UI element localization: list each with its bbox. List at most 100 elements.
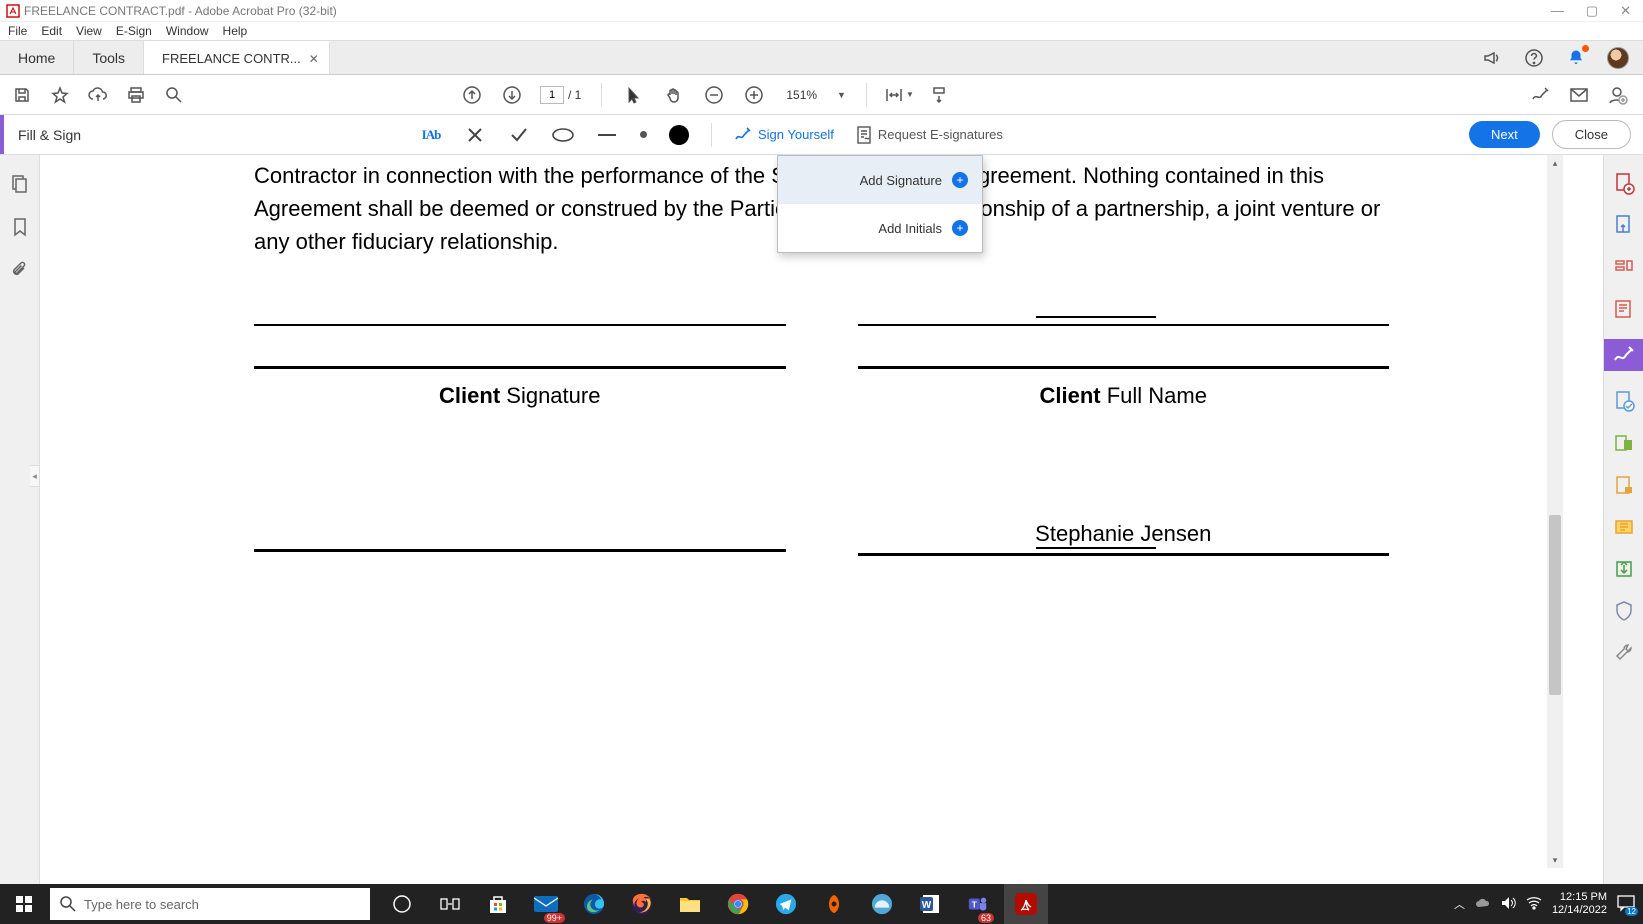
search-icon[interactable] bbox=[162, 83, 186, 107]
scroll-mode-icon[interactable] bbox=[927, 83, 951, 107]
zoom-out-icon[interactable] bbox=[702, 83, 726, 107]
x-tool[interactable] bbox=[464, 124, 486, 146]
create-pdf-icon[interactable] bbox=[1612, 171, 1636, 195]
star-icon[interactable] bbox=[48, 83, 72, 107]
shield-icon[interactable] bbox=[1612, 599, 1636, 623]
share-icon[interactable] bbox=[1612, 557, 1636, 581]
page-up-icon[interactable] bbox=[460, 83, 484, 107]
scroll-down-icon[interactable]: ▾ bbox=[1547, 852, 1563, 868]
document-view[interactable]: Contractor in connection with the perfor… bbox=[40, 155, 1603, 884]
tray-chevron-icon[interactable]: ︿ bbox=[1454, 896, 1465, 912]
fit-width-icon[interactable]: ▼ bbox=[887, 83, 911, 107]
print-icon[interactable] bbox=[124, 83, 148, 107]
zoom-dropdown-icon[interactable]: ▼ bbox=[837, 90, 846, 100]
protect-icon[interactable] bbox=[1612, 473, 1636, 497]
cortana-icon[interactable] bbox=[380, 884, 424, 924]
teams-badge: 63 bbox=[978, 913, 994, 923]
word-icon[interactable]: W bbox=[908, 884, 952, 924]
tab-home[interactable]: Home bbox=[0, 41, 74, 74]
bookmark-icon[interactable] bbox=[10, 217, 30, 237]
close-button[interactable]: Close bbox=[1552, 120, 1631, 149]
organize-icon[interactable] bbox=[1612, 389, 1636, 413]
app-icon-generic[interactable] bbox=[860, 884, 904, 924]
teams-icon[interactable]: T63 bbox=[956, 884, 1000, 924]
main-area: ◂ Contractor in connection with the perf… bbox=[0, 155, 1643, 884]
explorer-icon[interactable] bbox=[668, 884, 712, 924]
page-number-input[interactable] bbox=[540, 86, 564, 104]
action-center-icon[interactable]: 12 bbox=[1617, 895, 1635, 914]
zoom-in-icon[interactable] bbox=[742, 83, 766, 107]
more-tools-icon[interactable] bbox=[1612, 641, 1636, 665]
menu-esign[interactable]: E-Sign bbox=[116, 24, 152, 38]
dot-tool[interactable] bbox=[640, 131, 647, 138]
edge-icon[interactable] bbox=[572, 884, 616, 924]
page-down-icon[interactable] bbox=[500, 83, 524, 107]
filled-dot-tool[interactable] bbox=[669, 125, 689, 145]
add-signature-item[interactable]: Add Signature + bbox=[778, 156, 982, 204]
scroll-up-icon[interactable]: ▴ bbox=[1547, 155, 1563, 171]
telegram-icon[interactable] bbox=[764, 884, 808, 924]
origin-icon[interactable] bbox=[812, 884, 856, 924]
tray-clock[interactable]: 12:15 PM 12/14/2022 bbox=[1552, 891, 1607, 917]
thumbnails-icon[interactable] bbox=[10, 173, 30, 193]
name-underline-top bbox=[1036, 316, 1156, 318]
menu-help[interactable]: Help bbox=[223, 24, 248, 38]
menu-file[interactable]: File bbox=[8, 24, 27, 38]
edit-pdf-icon[interactable] bbox=[1612, 255, 1636, 279]
maximize-button[interactable]: ▢ bbox=[1586, 3, 1598, 19]
pen-icon[interactable] bbox=[1529, 83, 1553, 107]
task-view-icon[interactable] bbox=[428, 884, 472, 924]
store-icon[interactable] bbox=[476, 884, 520, 924]
bell-icon[interactable] bbox=[1565, 47, 1587, 69]
tab-tools[interactable]: Tools bbox=[74, 41, 144, 74]
vertical-scrollbar[interactable]: ▴ ▾ bbox=[1547, 155, 1563, 868]
check-tool[interactable] bbox=[508, 124, 530, 146]
menu-edit[interactable]: Edit bbox=[41, 24, 62, 38]
action-center-badge: 12 bbox=[1625, 907, 1638, 916]
export-pdf-icon[interactable] bbox=[1612, 213, 1636, 237]
fill-sign-tool-icon[interactable] bbox=[1604, 339, 1643, 371]
pointer-icon[interactable] bbox=[622, 83, 646, 107]
profile-badge-icon[interactable] bbox=[1605, 83, 1629, 107]
tray-wifi-icon[interactable] bbox=[1526, 896, 1542, 912]
close-window-button[interactable]: ✕ bbox=[1620, 3, 1631, 19]
mail-icon[interactable] bbox=[1567, 83, 1591, 107]
signature-line-right bbox=[858, 366, 1390, 369]
menu-window[interactable]: Window bbox=[166, 24, 209, 38]
attachment-icon[interactable] bbox=[10, 261, 30, 281]
next-button[interactable]: Next bbox=[1469, 121, 1540, 148]
redact-icon[interactable] bbox=[1612, 431, 1636, 455]
collapse-left-rail[interactable]: ◂ bbox=[30, 465, 40, 487]
cloud-upload-icon[interactable] bbox=[86, 83, 110, 107]
text-tool[interactable]: IAb bbox=[420, 124, 442, 146]
tab-close-icon[interactable]: ✕ bbox=[309, 52, 319, 66]
request-esignatures-button[interactable]: Request E-signatures bbox=[856, 126, 1003, 144]
start-button[interactable] bbox=[0, 896, 48, 912]
compress-icon[interactable] bbox=[1612, 515, 1636, 539]
help-icon[interactable] bbox=[1523, 47, 1545, 69]
signature-line-right-top bbox=[858, 324, 1390, 326]
user-avatar[interactable] bbox=[1607, 47, 1629, 69]
chrome-icon[interactable] bbox=[716, 884, 760, 924]
oval-tool[interactable] bbox=[552, 124, 574, 146]
sign-yourself-button[interactable]: Sign Yourself bbox=[734, 127, 834, 143]
minimize-button[interactable]: — bbox=[1551, 3, 1564, 19]
line-tool[interactable] bbox=[596, 124, 618, 146]
acrobat-taskbar-icon[interactable] bbox=[1004, 884, 1048, 924]
add-initials-item[interactable]: Add Initials + bbox=[778, 204, 982, 252]
save-icon[interactable] bbox=[10, 83, 34, 107]
comment-icon[interactable] bbox=[1612, 297, 1636, 321]
firefox-icon[interactable] bbox=[620, 884, 664, 924]
tab-document[interactable]: FREELANCE CONTR... ✕ bbox=[144, 41, 330, 74]
mail-app-icon[interactable]: 99+ bbox=[524, 884, 568, 924]
scroll-thumb[interactable] bbox=[1549, 515, 1561, 695]
window-titlebar: FREELANCE CONTRACT.pdf - Adobe Acrobat P… bbox=[0, 0, 1643, 22]
plus-icon: + bbox=[952, 172, 968, 188]
tray-volume-icon[interactable] bbox=[1501, 896, 1516, 913]
taskbar-search[interactable]: Type here to search bbox=[50, 888, 370, 920]
megaphone-icon[interactable] bbox=[1481, 47, 1503, 69]
menu-view[interactable]: View bbox=[76, 24, 102, 38]
tray-onedrive-icon[interactable] bbox=[1475, 897, 1491, 912]
hand-icon[interactable] bbox=[662, 83, 686, 107]
client-fullname-label: Client Full Name bbox=[858, 383, 1390, 409]
